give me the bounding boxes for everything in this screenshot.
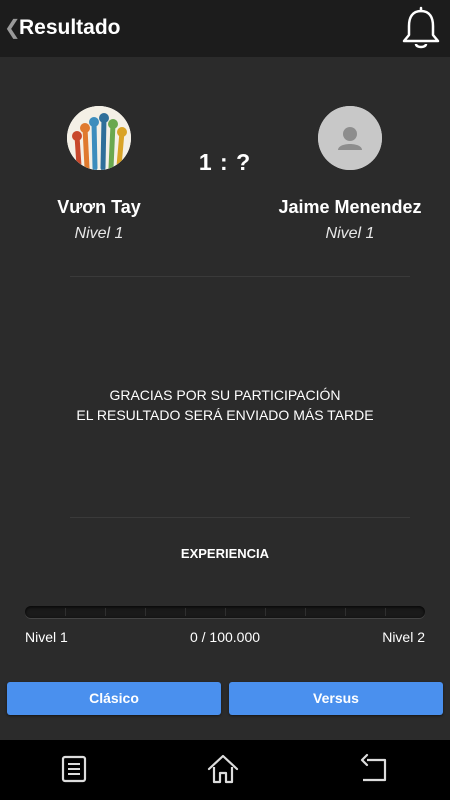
- page-title: Resultado: [19, 16, 121, 39]
- back-arrow-icon[interactable]: [357, 752, 391, 786]
- default-user-avatar: [318, 106, 382, 170]
- experience-title: EXPERIENCIA: [180, 546, 270, 561]
- progress-tick: [345, 608, 346, 616]
- next-level-label: Nivel 2: [382, 629, 425, 645]
- top-bar: ❮ Resultado: [0, 0, 450, 57]
- thanks-message: GRACIAS POR SU PARTICIPACIÓN: [109, 387, 341, 403]
- progress-tick: [385, 608, 386, 616]
- result-content: 1 : ? Vươn Tay Nivel 1 Jaime Menendez Ni…: [0, 57, 450, 740]
- current-level-label: Nivel 1: [25, 629, 68, 645]
- divider: [70, 276, 410, 277]
- player2-avatar[interactable]: [318, 106, 382, 170]
- player1-name: Vươn Tay: [57, 197, 141, 217]
- progress-tick: [185, 608, 186, 616]
- bell-icon[interactable]: [400, 4, 442, 52]
- experience-progress-bar: [25, 606, 425, 618]
- home-icon[interactable]: [206, 752, 240, 786]
- result-pending-message: EL RESULTADO SERÁ ENVIADO MÁS TARDE: [76, 407, 374, 423]
- classic-button[interactable]: Clásico: [7, 682, 221, 715]
- versus-button[interactable]: Versus: [229, 682, 443, 715]
- system-navigation-bar: [0, 740, 450, 800]
- player1-level: Nivel 1: [74, 225, 124, 242]
- experience-points: 0 / 100.000: [189, 629, 261, 645]
- player1-avatar[interactable]: [67, 106, 131, 170]
- player2-level: Nivel 1: [325, 225, 375, 242]
- divider: [70, 517, 410, 518]
- progress-tick: [145, 608, 146, 616]
- menu-icon[interactable]: [57, 752, 91, 786]
- raised-hands-avatar: [67, 106, 131, 170]
- progress-tick: [65, 608, 66, 616]
- progress-tick: [305, 608, 306, 616]
- player2-name: Jaime Menendez: [278, 197, 422, 217]
- progress-tick: [225, 608, 226, 616]
- progress-tick: [265, 608, 266, 616]
- progress-tick: [105, 608, 106, 616]
- match-score: 1 : ?: [198, 149, 252, 175]
